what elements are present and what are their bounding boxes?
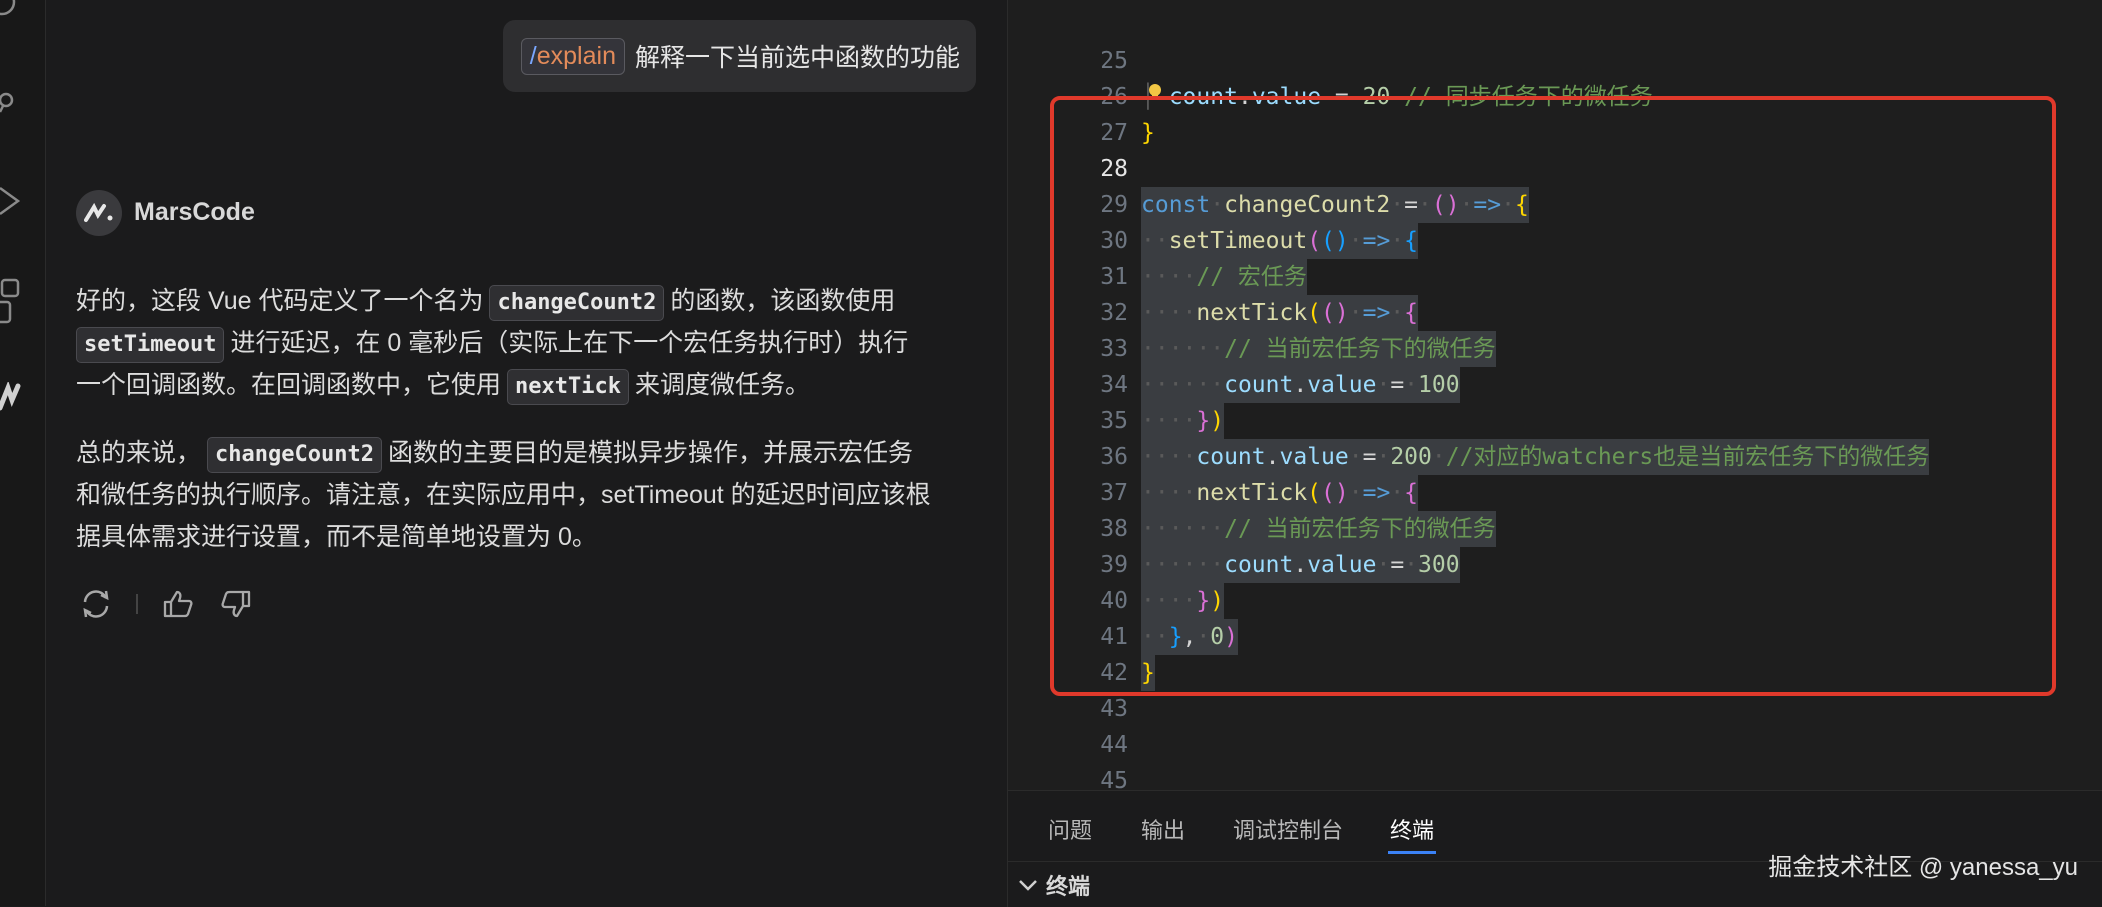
paragraph-text: 进行延迟，在 0 毫秒后（实际上在下一个宏任务执行时）执行 [230,329,909,357]
tab-output[interactable]: 输出 [1141,813,1185,845]
marscode-logo-icon [84,203,113,222]
code-editor[interactable]: 25 │ count.value = 20 // 同步任务下的微任务 26 } … [1007,0,2102,790]
marscode-avatar [76,190,122,236]
code-line: 26 } [1008,43,2102,146]
code-line: 33 ······count.value·=·100 [1008,295,2102,403]
code-line: 43 [1008,655,2102,722]
inline-code: setTimeout [76,327,225,363]
thumbs-down-icon[interactable] [218,586,254,622]
paragraph-text: 好的，这段 Vue 代码定义了一个名为 [76,287,484,315]
assistant-name: MarsCode [134,198,255,226]
command-chip: /explain [520,37,625,75]
paragraph-text: 来调度微任务。 [634,371,810,399]
code-line: 44 [1008,691,2102,758]
chat-panel: /explain 解释一下当前选中函数的功能 MarsCode 好的，这段 Vu… [46,0,1006,906]
command-slash: / [529,41,537,70]
tab-terminal[interactable]: 终端 [1390,813,1434,845]
user-message-text: 解释一下当前选中函数的功能 [634,44,960,72]
paragraph-text: 总的来说， [76,439,202,467]
inline-code: changeCount2 [489,285,665,321]
thumbs-up-icon[interactable] [160,586,196,622]
code-line: 39 ····}) [1008,511,2102,619]
extensions-icon[interactable] [0,278,22,328]
inline-code: changeCount2 [207,437,382,473]
terminal-section-header[interactable]: 终端 [1018,869,1090,901]
code-line: 25 │ count.value = 20 // 同步任务下的微任务 [1008,7,2102,110]
paragraph-text: 函数的主要目的是模拟异步操作，并展示宏任务 [387,439,913,467]
inline-code: nextTick [507,369,629,405]
code-line-active: 28 const·changeCount2·=·()·=>·{ [1008,115,2102,223]
assistant-paragraph-1: 好的，这段 Vue 代码定义了一个名为 changeCount2 的函数，该函数使用… [76,280,1026,406]
code-line: 41 } [1008,583,2102,691]
code-line: 45 onMounted(() => { [1008,727,2102,790]
message-actions [78,586,254,622]
paragraph-text: 的函数，该函数使用 [670,287,896,315]
code-line: 46 │ changeCount1() [1008,763,2102,790]
chevron-down-icon [1019,880,1037,891]
paragraph-text: 一个回调函数。在回调函数中，它使用 [76,371,502,399]
code-line: 34 ····}) [1008,331,2102,439]
refresh-icon[interactable] [78,586,114,622]
active-tab-indicator [1388,851,1436,854]
code-line: 37 ······// 当前宏任务下的微任务 [1008,439,2102,547]
code-line: 38 ······count.value·=·300 [1008,475,2102,583]
tab-debug-console[interactable]: 调试控制台 [1233,813,1343,845]
user-message-bubble: /explain 解释一下当前选中函数的功能 [502,20,976,92]
circle-icon[interactable] [0,0,22,30]
activity-bar [0,0,46,906]
marscode-icon[interactable] [0,382,22,412]
code-line: 35 ····count.value·=·200·//对应的watchers也是… [1008,367,2102,475]
code-line: 31 ····nextTick(()·=>·{ [1008,223,2102,331]
code-line: 30 ····// 宏任务 [1008,187,2102,295]
tab-problems[interactable]: 问题 [1048,813,1092,845]
paragraph-text: 据具体需求进行设置，而不是简单地设置为 0。 [76,523,597,551]
action-separator [136,594,138,614]
watermark: 掘金技术社区 @ yanessa_yu [1768,854,2078,881]
paragraph-text: 和微任务的执行顺序。请注意，在实际应用中，setTimeout 的延迟时间应该根 [76,481,931,509]
source-control-icon[interactable] [0,92,22,122]
code-line: 27 [1008,79,2102,146]
code-line: 32 ······// 当前宏任务下的微任务 [1008,259,2102,367]
code-line: 29 ··setTimeout(()·=>·{ [1008,151,2102,259]
command-name: explain [536,41,616,70]
code-line: 42 [1008,619,2102,686]
assistant-paragraph-2: 总的来说， changeCount2 函数的主要目的是模拟异步操作，并展示宏任务 和… [76,432,1026,558]
code-line: 36 ····nextTick(()·=>·{ [1008,403,2102,511]
lightbulb-icon[interactable] [1148,84,1162,102]
code-line: 40 ··},·0) [1008,547,2102,655]
run-icon[interactable] [0,186,22,216]
terminal-section-title: 终端 [1046,874,1091,899]
